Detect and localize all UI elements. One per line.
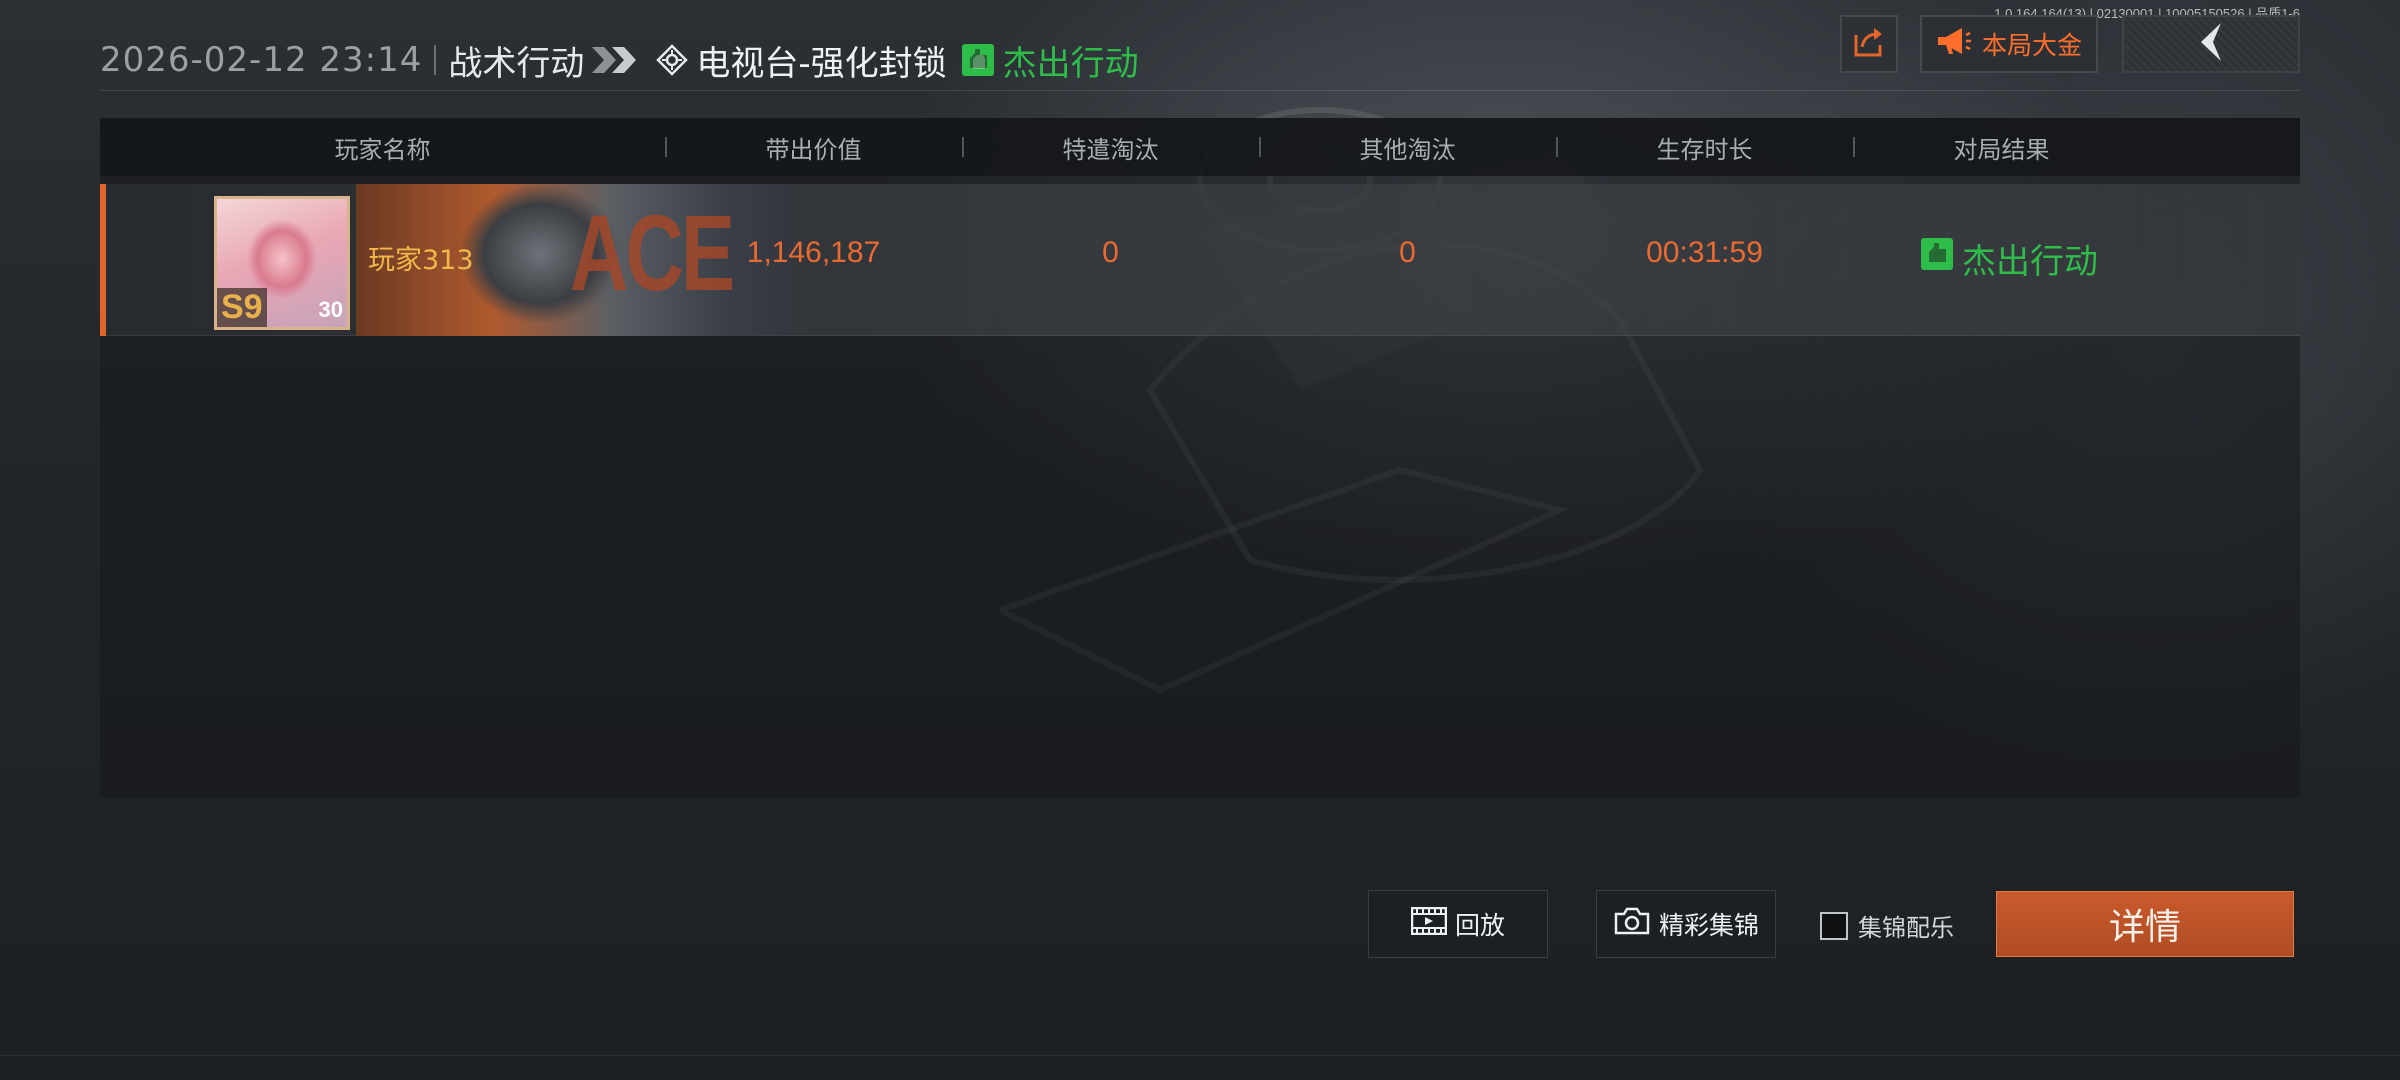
column-header-survival-time: 生存时长	[1656, 135, 1753, 164]
replay-label: 回放	[1454, 911, 1505, 940]
match-result: 杰出行动	[1002, 43, 1139, 84]
players-table: 玩家名称 带出价值 特遣淘汰 其他淘汰 生存时长 对局结果 ACE S9 30 …	[100, 118, 2300, 798]
row-result: 杰出行动	[1920, 234, 2098, 283]
avatar-character	[247, 219, 317, 299]
other-kills: 0	[1399, 236, 1416, 269]
special-kills: 0	[1102, 236, 1119, 269]
share-icon	[1852, 25, 1886, 63]
share-button[interactable]	[1840, 15, 1898, 73]
player-avatar[interactable]: S9 30	[214, 196, 350, 330]
chevron-left-icon	[2191, 21, 2231, 67]
match-datetime: 2026-02-12 23:14	[100, 40, 423, 80]
details-label: 详情	[2108, 907, 2181, 948]
highlight-music-checkbox[interactable]	[1820, 911, 1848, 940]
header-divider-line	[100, 90, 2300, 91]
row-result-label: 杰出行动	[1962, 242, 2098, 282]
match-header: 2026-02-12 23:14 战术行动 电视台-强化封锁 杰出行动	[100, 34, 1139, 86]
extraction-success-icon	[1920, 237, 1954, 280]
film-icon	[1410, 906, 1448, 941]
replay-button[interactable]: 回放	[1368, 890, 1548, 958]
column-header-value-out: 带出价值	[765, 135, 862, 164]
game-mode: 战术行动	[448, 43, 585, 84]
table-header: 玩家名称 带出价值 特遣淘汰 其他淘汰 生存时长 对局结果	[100, 118, 2300, 176]
column-header-match-result: 对局结果	[1953, 135, 2050, 164]
row-highlight-bar	[100, 184, 106, 336]
highlights-label: 精彩集锦	[1658, 911, 1759, 940]
player-level: 30	[318, 297, 343, 322]
camera-icon	[1613, 906, 1651, 942]
back-button[interactable]	[2122, 15, 2300, 73]
highlight-music-toggle[interactable]: 集锦配乐	[1820, 908, 1954, 943]
column-header-player-name: 玩家名称	[334, 135, 431, 164]
details-button[interactable]: 详情	[1996, 891, 2294, 957]
map-location-icon	[656, 44, 689, 76]
value-out: 1,146,187	[746, 236, 881, 269]
highlight-music-label: 集锦配乐	[1858, 914, 1954, 942]
column-header-other-kills: 其他淘汰	[1359, 135, 1456, 164]
map-name: 电视台-强化封锁	[696, 43, 947, 84]
extraction-success-icon	[961, 43, 995, 77]
player-name: 玩家313	[368, 245, 474, 276]
survival-time: 00:31:59	[1646, 236, 1763, 269]
round-jackpot-label: 本局大金	[1981, 31, 2082, 60]
megaphone-icon	[1936, 26, 1972, 62]
season-badge: S9	[217, 288, 267, 327]
column-header-special-kills: 特遣淘汰	[1062, 135, 1159, 164]
double-chevron-icon	[590, 45, 640, 75]
highlights-button[interactable]: 精彩集锦	[1596, 890, 1776, 958]
footer-divider	[0, 1055, 2400, 1056]
table-row[interactable]: ACE S9 30 玩家313 1,146,187 0 0 00:31:59 杰…	[100, 184, 2300, 336]
round-jackpot-button[interactable]: 本局大金	[1920, 15, 2098, 73]
header-divider	[434, 45, 437, 75]
